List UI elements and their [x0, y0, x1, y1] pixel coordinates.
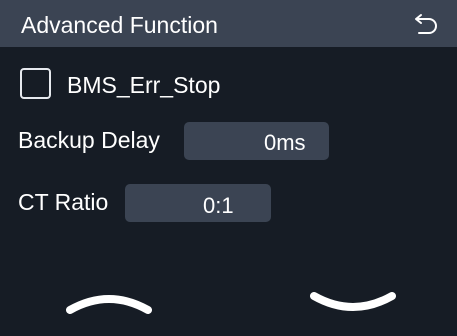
chevron-down-icon — [310, 292, 396, 311]
backup-delay-value: 0ms — [264, 130, 306, 155]
chevron-up-icon — [66, 295, 152, 314]
page-up-button[interactable] — [64, 286, 154, 320]
backup-delay-label: Backup Delay — [18, 127, 160, 153]
ct-ratio-value: 0:1 — [203, 193, 234, 218]
advanced-function-screen: Advanced Function BMS_Err_Stop Backup De… — [0, 0, 457, 336]
page-down-button[interactable] — [308, 286, 398, 320]
backup-delay-field[interactable]: 0ms — [184, 122, 329, 160]
undo-arrow-icon — [415, 14, 437, 34]
title-bar: Advanced Function — [0, 0, 457, 47]
bms-err-stop-label: BMS_Err_Stop — [67, 72, 221, 98]
page-title: Advanced Function — [21, 12, 218, 38]
ct-ratio-label: CT Ratio — [18, 189, 109, 215]
bms-err-stop-checkbox[interactable] — [20, 68, 51, 99]
back-button[interactable] — [408, 9, 444, 39]
ct-ratio-field[interactable]: 0:1 — [125, 184, 271, 222]
